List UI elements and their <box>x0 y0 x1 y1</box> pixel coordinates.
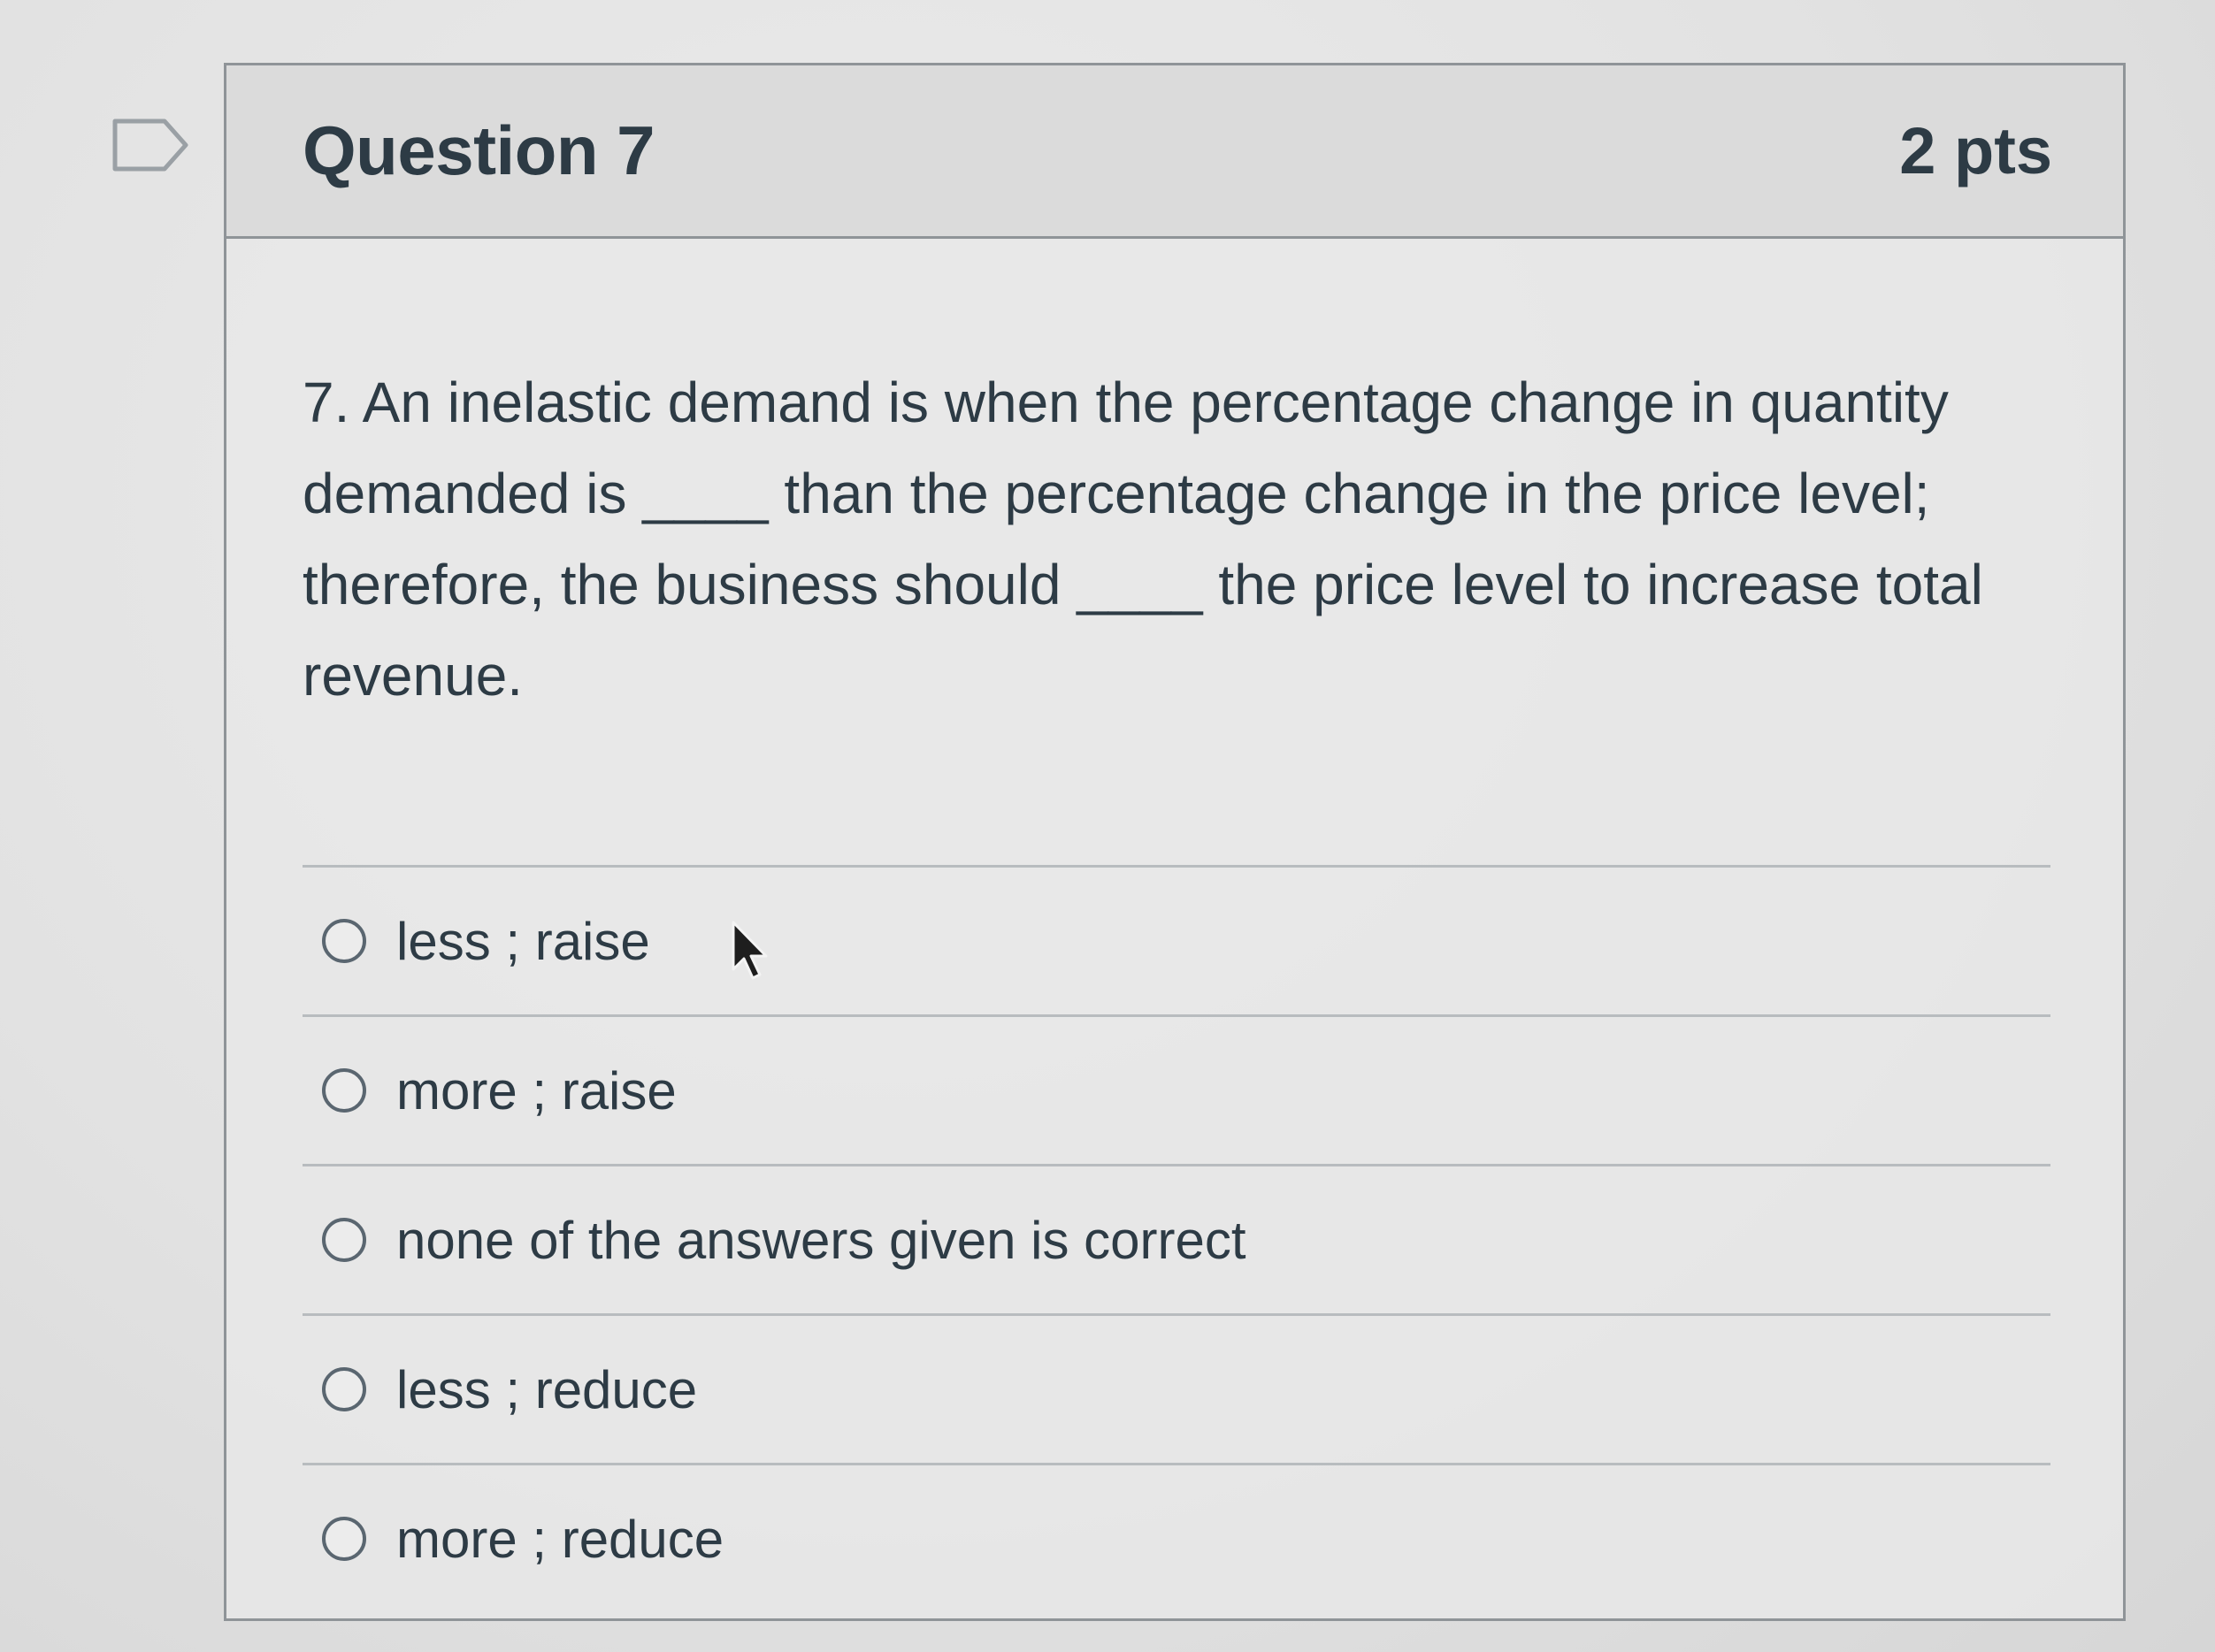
question-title: Question 7 <box>303 111 655 189</box>
radio-button-icon[interactable] <box>322 1068 366 1113</box>
answer-label[interactable]: more ; raise <box>396 1060 677 1121</box>
radio-button-icon[interactable] <box>322 1218 366 1262</box>
answer-label[interactable]: less ; raise <box>396 911 650 972</box>
answer-list: less ; raise more ; raise none of the an… <box>303 865 2050 1612</box>
radio-button-icon[interactable] <box>322 1367 366 1411</box>
question-card: Question 7 2 pts 7. An inelastic demand … <box>224 63 2126 1621</box>
answer-label[interactable]: more ; reduce <box>396 1509 724 1570</box>
question-points: 2 pts <box>1899 114 2052 187</box>
radio-button-icon[interactable] <box>322 1517 366 1561</box>
answer-label[interactable]: less ; reduce <box>396 1359 697 1420</box>
answer-label[interactable]: none of the answers given is correct <box>396 1210 1246 1271</box>
answer-option[interactable]: less ; reduce <box>303 1313 2050 1463</box>
flag-question-icon[interactable] <box>111 118 189 172</box>
question-text: 7. An inelastic demand is when the perce… <box>303 371 1983 707</box>
answer-option[interactable]: less ; raise <box>303 865 2050 1014</box>
mouse-pointer-icon <box>732 921 768 980</box>
radio-button-icon[interactable] <box>322 919 366 963</box>
answer-option[interactable]: none of the answers given is correct <box>303 1164 2050 1313</box>
answer-option[interactable]: more ; raise <box>303 1014 2050 1164</box>
answer-option[interactable]: more ; reduce <box>303 1463 2050 1612</box>
question-header: Question 7 2 pts <box>226 65 2123 239</box>
